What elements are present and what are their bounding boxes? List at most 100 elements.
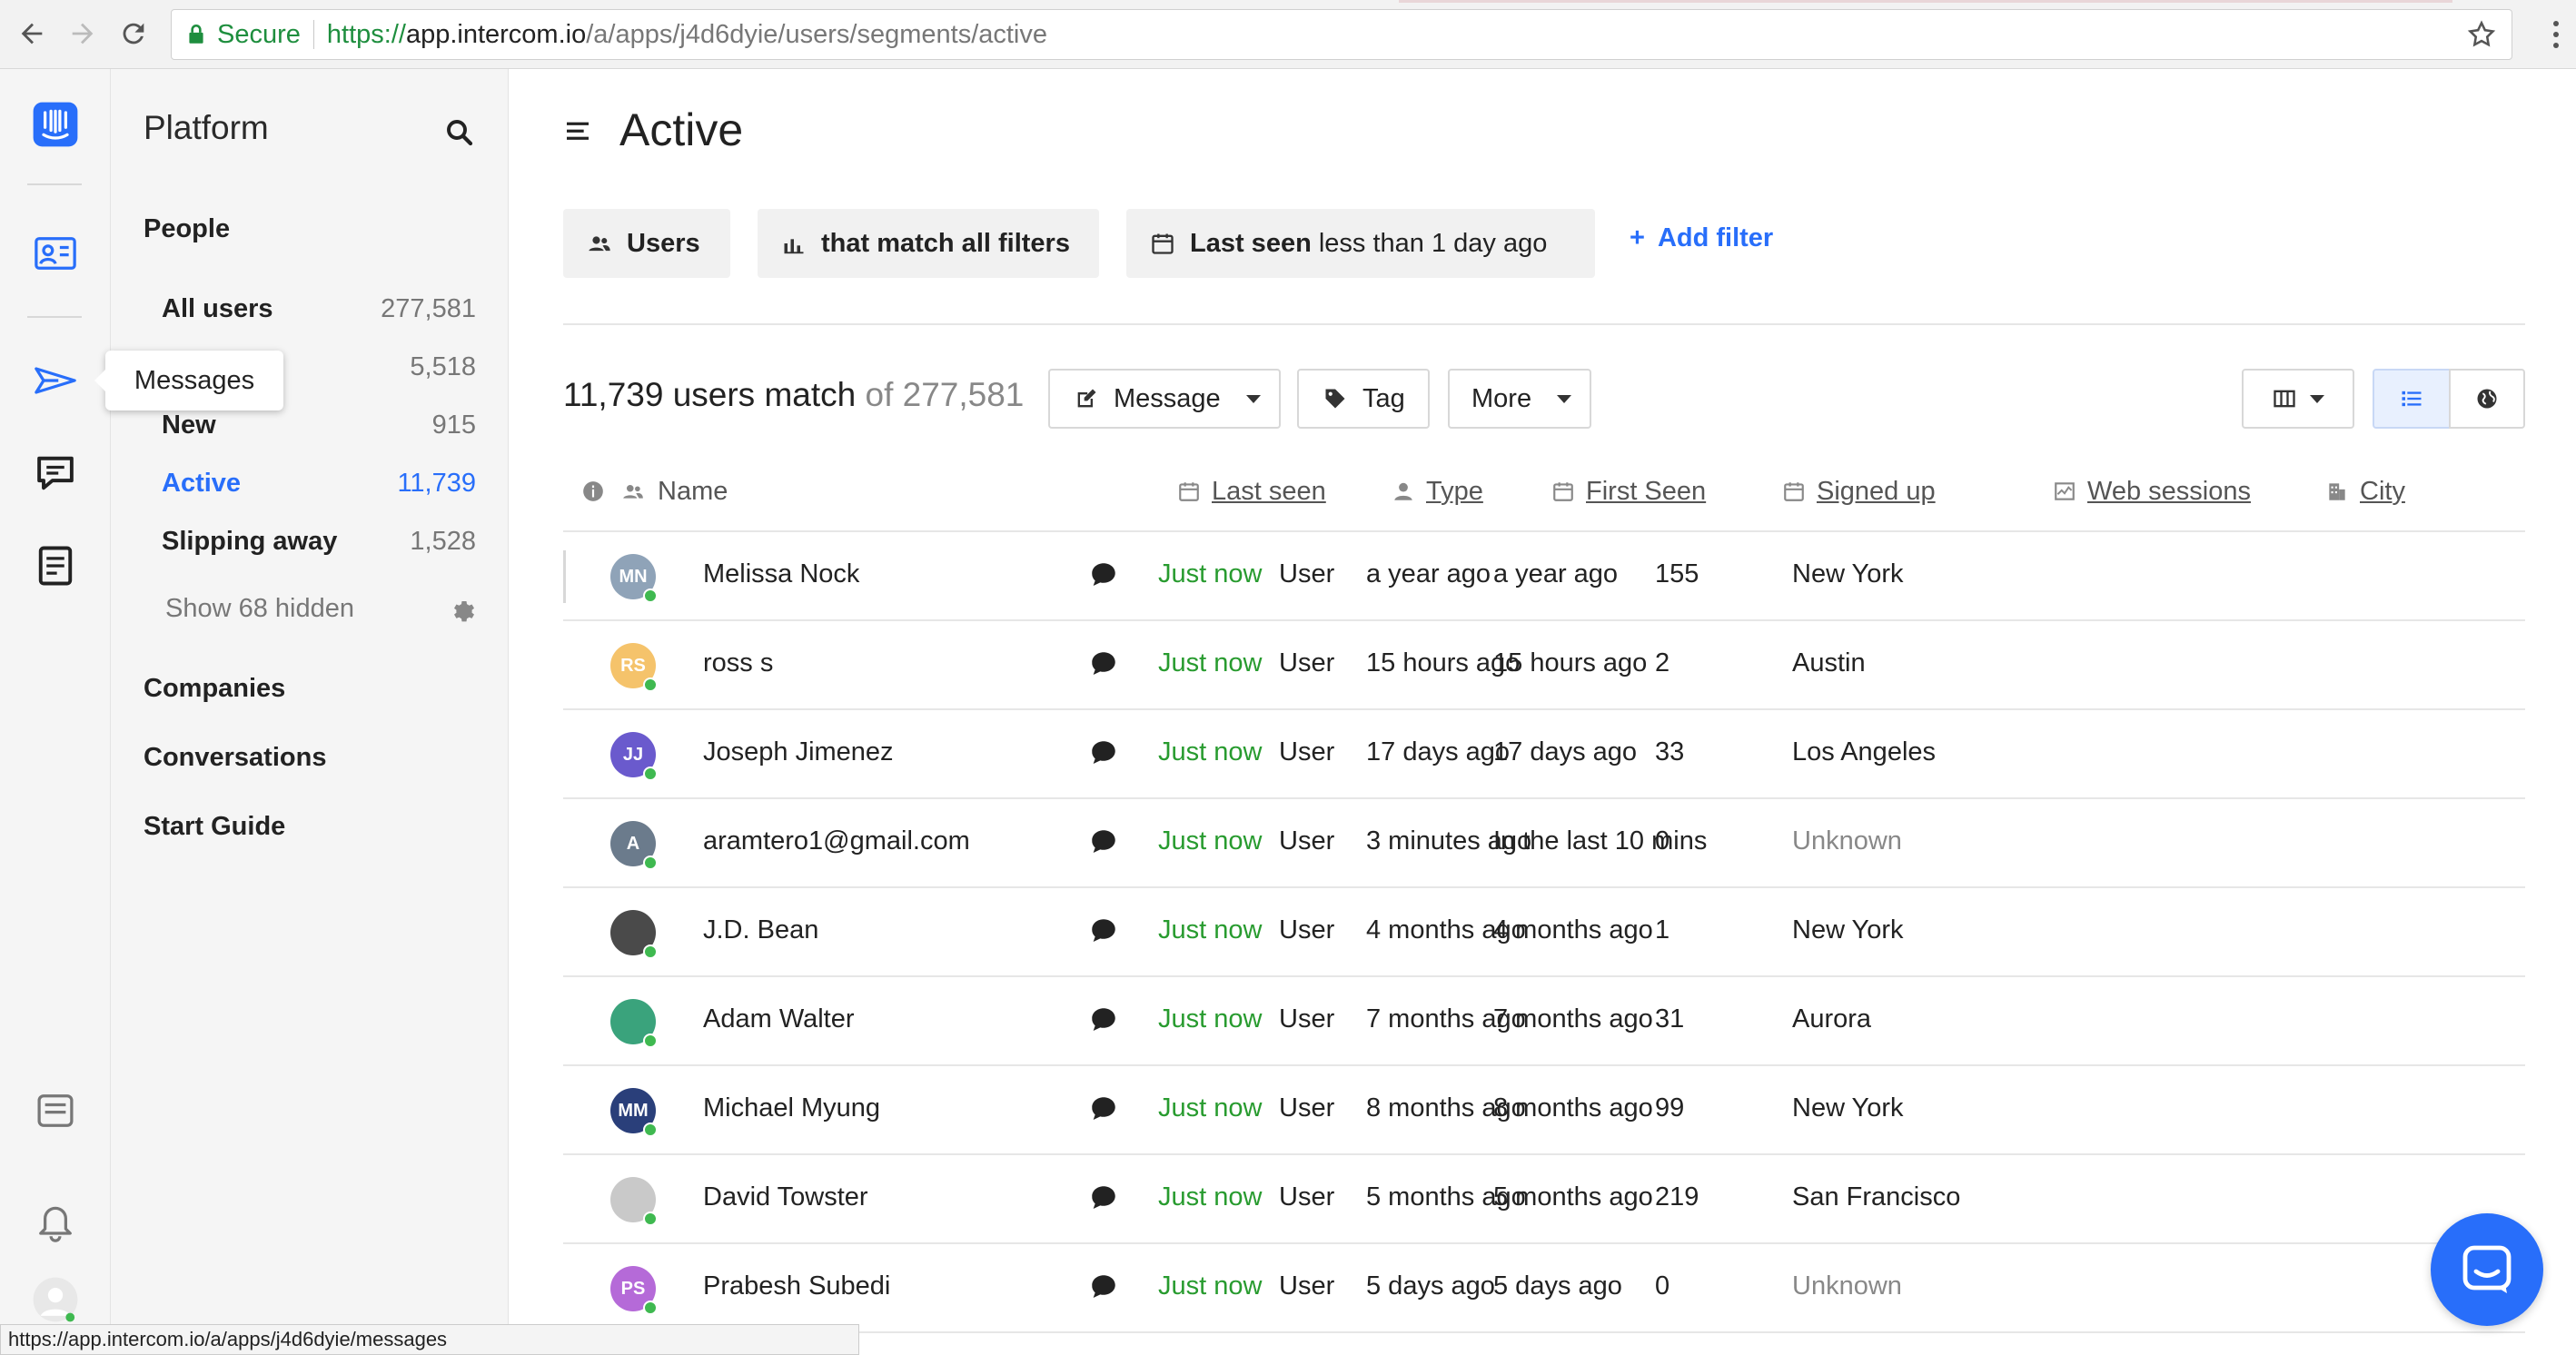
user-name[interactable]: Melissa Nock xyxy=(703,559,859,589)
user-name[interactable]: Michael Myung xyxy=(703,1093,880,1123)
column-header-city[interactable]: City xyxy=(2325,469,2405,514)
last-seen-value: Just now xyxy=(1158,1182,1263,1212)
segment-count: 277,581 xyxy=(381,293,476,323)
table-row[interactable]: MM Michael Myung Just now User 8 months ago 8… xyxy=(563,1066,2525,1155)
columns-button[interactable] xyxy=(2242,369,2354,429)
columns-icon xyxy=(2274,390,2295,408)
reload-button[interactable] xyxy=(113,13,154,54)
chat-bubble-icon[interactable] xyxy=(1088,915,1119,946)
city-value: Los Angeles xyxy=(1792,737,1937,767)
rail-notifications[interactable] xyxy=(24,1190,87,1253)
chevron-down-icon xyxy=(2310,394,2324,403)
more-button[interactable]: More xyxy=(1448,369,1591,429)
segment-slipping-away[interactable]: Slipping away 1,528 xyxy=(162,518,476,565)
forward-button[interactable] xyxy=(62,13,104,54)
list-view-toggle[interactable] xyxy=(2373,369,2451,429)
filter-match-chip[interactable]: that match all filters xyxy=(758,209,1099,278)
sidebar-conversations[interactable]: Conversations xyxy=(144,743,326,773)
segment-all-users[interactable]: All users 277,581 xyxy=(162,285,476,332)
tag-button[interactable]: Tag xyxy=(1297,369,1430,429)
gear-icon[interactable] xyxy=(449,595,476,622)
browser-menu-icon[interactable] xyxy=(2547,16,2565,53)
type-value: User xyxy=(1279,648,1335,678)
column-header-signed-up[interactable]: Signed up xyxy=(1782,469,1936,514)
online-status-dot xyxy=(643,767,658,781)
rail-profile[interactable] xyxy=(24,1268,87,1331)
table-row[interactable]: JJ Joseph Jimenez Just now User 17 days ago 1… xyxy=(563,710,2525,799)
table-row[interactable]: Aaramtero1@gmail.com Just now User 3 minute… xyxy=(563,799,2525,888)
contacts-icon xyxy=(35,237,76,270)
table-row[interactable]: David Towster Just now User 5 months ago 5 m… xyxy=(563,1155,2525,1244)
omnibox-separator xyxy=(312,20,314,49)
chevron-down-icon xyxy=(1557,394,1572,403)
signed-up-value: 5 months ago xyxy=(1493,1182,1653,1212)
chat-bubble-icon[interactable] xyxy=(1088,648,1119,679)
user-name[interactable]: David Towster xyxy=(703,1182,868,1212)
segment-active[interactable]: Active 11,739 xyxy=(162,460,476,507)
app-rail xyxy=(0,69,111,1355)
column-header-last-seen[interactable]: Last seen xyxy=(1177,469,1326,514)
map-view-toggle[interactable] xyxy=(2449,369,2525,429)
rail-inbox[interactable] xyxy=(24,1079,87,1142)
user-name[interactable]: Prabesh Subedi xyxy=(703,1271,890,1301)
rail-conversations[interactable] xyxy=(24,441,87,505)
show-hidden-label: Show 68 hidden xyxy=(165,593,354,623)
signed-up-value: 8 months ago xyxy=(1493,1093,1653,1123)
user-name[interactable]: ross s xyxy=(703,648,773,678)
chat-bubble-icon[interactable] xyxy=(1088,1271,1119,1302)
back-button[interactable] xyxy=(11,13,53,54)
table-row[interactable]: MN Melissa Nock Just now User a year ago a ye… xyxy=(563,532,2525,621)
chat-bubble-icon[interactable] xyxy=(1088,826,1119,857)
show-hidden-segments[interactable]: Show 68 hidden xyxy=(165,585,476,632)
sidebar-companies[interactable]: Companies xyxy=(144,674,285,704)
message-button[interactable]: Message xyxy=(1048,369,1281,429)
main-content: Active Users that match all filters Last… xyxy=(509,69,2576,1355)
bar-chart-icon xyxy=(784,239,804,254)
user-name[interactable]: J.D. Bean xyxy=(703,915,818,945)
search-icon[interactable] xyxy=(443,116,476,149)
city-value: New York xyxy=(1792,915,1904,945)
sidebar-heading-people[interactable]: People xyxy=(144,214,230,244)
bookmark-star-icon[interactable] xyxy=(2466,19,2497,50)
compose-icon xyxy=(1077,389,1096,408)
table-row[interactable]: J.D. Bean Just now User 4 months ago 4 month… xyxy=(563,888,2525,977)
filter-users-chip[interactable]: Users xyxy=(563,209,730,278)
sidebar-start-guide[interactable]: Start Guide xyxy=(144,812,285,842)
add-filter-button[interactable]: + Add filter xyxy=(1630,223,1773,253)
type-value: User xyxy=(1279,1004,1335,1034)
column-header-type[interactable]: Type xyxy=(1392,469,1483,514)
chat-bubble-icon[interactable] xyxy=(1088,559,1119,590)
chat-bubble-icon[interactable] xyxy=(1088,737,1119,768)
user-name[interactable]: Joseph Jimenez xyxy=(703,737,894,767)
table-row[interactable]: Adam Walter Just now User 7 months ago 7 mon… xyxy=(563,977,2525,1066)
hamburger-menu-icon[interactable] xyxy=(563,116,592,145)
last-seen-value: Just now xyxy=(1158,737,1263,767)
web-sessions-value: 2 xyxy=(1655,648,1670,678)
intercom-logo[interactable] xyxy=(24,93,87,156)
user-name[interactable]: aramtero1@gmail.com xyxy=(703,826,970,856)
bell-icon xyxy=(39,1206,72,1242)
column-header-name[interactable]: Name xyxy=(581,469,728,514)
chat-bubble-icon[interactable] xyxy=(1088,1004,1119,1035)
web-sessions-value: 31 xyxy=(1655,1004,1685,1034)
table-row[interactable]: PS Prabesh Subedi Just now User 5 days ago 5 … xyxy=(563,1244,2525,1333)
filter-last-seen-chip[interactable]: Last seen less than 1 day ago xyxy=(1126,209,1595,278)
column-header-web-sessions[interactable]: Web sessions xyxy=(2053,469,2251,514)
inbox-icon xyxy=(37,1094,74,1127)
rail-articles[interactable] xyxy=(24,534,87,598)
rail-messages[interactable] xyxy=(24,349,87,412)
tag-icon xyxy=(1325,389,1345,409)
messenger-launcher[interactable] xyxy=(2431,1213,2543,1326)
url-host: app.intercom.io xyxy=(405,19,587,49)
divider xyxy=(563,323,2525,325)
chat-bubble-icon[interactable] xyxy=(1088,1093,1119,1124)
table-row[interactable]: RS ross s Just now User 15 hours ago 15 hours… xyxy=(563,621,2525,710)
address-bar[interactable]: Secure https://app.intercom.io/a/apps/j4… xyxy=(171,9,2512,60)
column-label: First Seen xyxy=(1586,476,1707,506)
user-name[interactable]: Adam Walter xyxy=(703,1004,855,1034)
chat-bubble-icon[interactable] xyxy=(1088,1182,1119,1213)
column-label: Type xyxy=(1426,476,1483,506)
column-header-first-seen[interactable]: First Seen xyxy=(1551,469,1706,514)
rail-people[interactable] xyxy=(24,222,87,285)
last-seen-value: Just now xyxy=(1158,915,1263,945)
